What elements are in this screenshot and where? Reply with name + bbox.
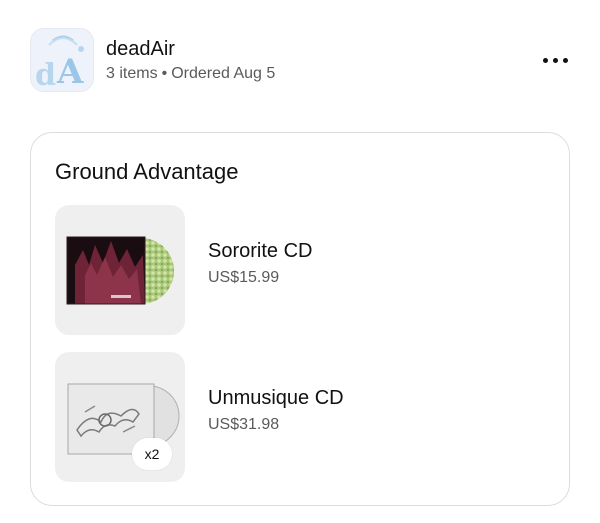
order-date: Ordered Aug 5 bbox=[171, 65, 276, 82]
shipment-card: Ground Advantage Sororite CD US$15.99 x2… bbox=[30, 132, 570, 506]
order-item[interactable]: x2 Unmusique CD US$31.98 bbox=[55, 352, 545, 482]
more-horizontal-icon bbox=[540, 57, 570, 63]
separator-dot: • bbox=[161, 65, 168, 82]
order-meta: 3 items • Ordered Aug 5 bbox=[106, 65, 275, 83]
item-price: US$31.98 bbox=[208, 416, 280, 433]
order-header: d A deadAir 3 items • Ordered Aug 5 bbox=[30, 28, 575, 96]
deadair-logo-icon: d A bbox=[31, 29, 93, 92]
shop-name[interactable]: deadAir bbox=[106, 38, 175, 61]
svg-text:A: A bbox=[56, 52, 84, 92]
shipping-method-title: Ground Advantage bbox=[55, 159, 239, 184]
shop-logo[interactable]: d A bbox=[30, 28, 94, 92]
item-price: US$15.99 bbox=[208, 269, 280, 286]
item-thumbnail[interactable] bbox=[55, 205, 185, 335]
item-name[interactable]: Unmusique CD bbox=[208, 387, 344, 410]
order-item[interactable]: Sororite CD US$15.99 bbox=[55, 205, 545, 335]
item-name[interactable]: Sororite CD bbox=[208, 240, 312, 263]
svg-text:d: d bbox=[35, 58, 56, 92]
more-options-button[interactable] bbox=[535, 46, 575, 74]
items-count: 3 items bbox=[106, 65, 158, 82]
quantity-badge: x2 bbox=[132, 438, 172, 470]
sororite-cd-cover-image bbox=[66, 236, 174, 305]
